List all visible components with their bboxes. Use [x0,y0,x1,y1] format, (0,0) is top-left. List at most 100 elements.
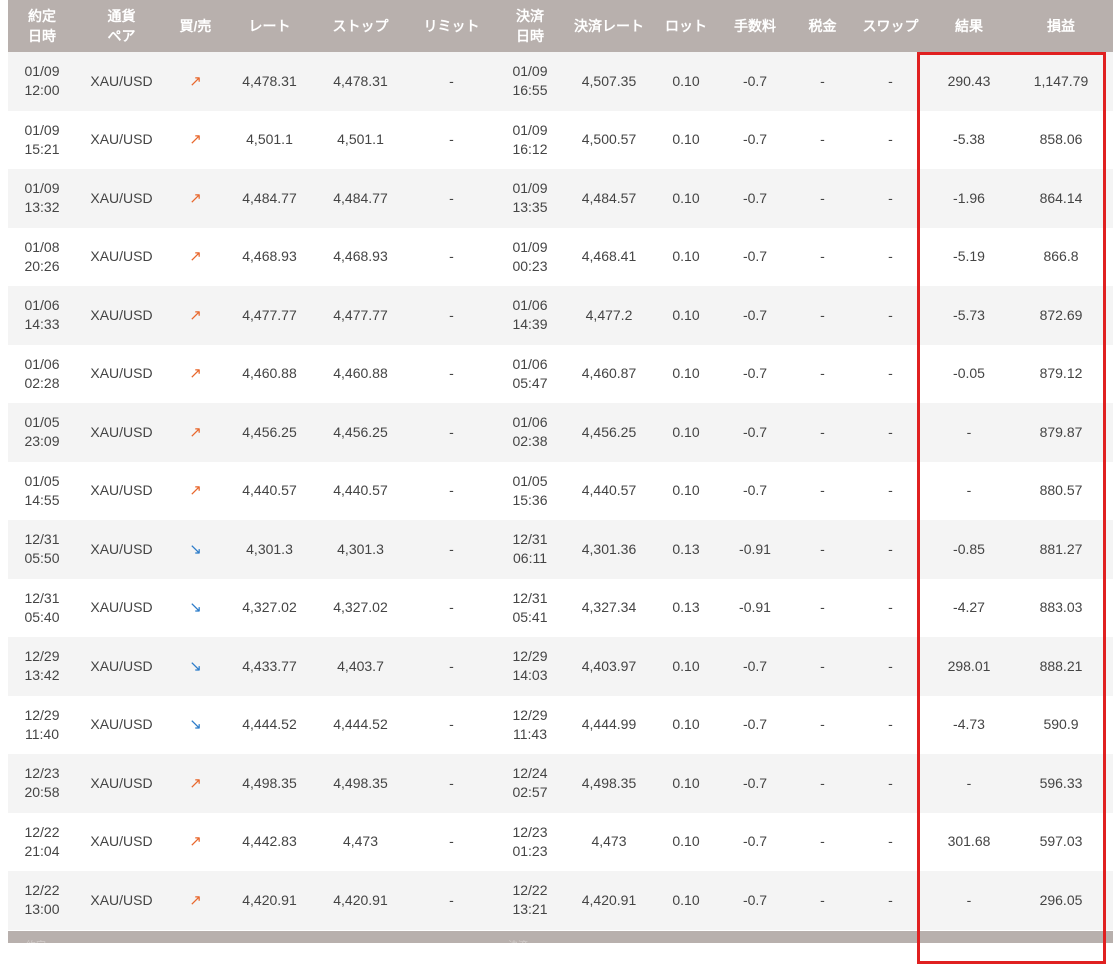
cell-close-datetime-date: 12/29 [512,706,548,723]
cell-open-datetime-date: 01/06 [24,355,60,372]
cell-currency-pair: XAU/USD [76,461,167,520]
cell-open-datetime: 12/31 05:40 [8,578,76,637]
cell-side-icon: ↘ [167,520,224,579]
cell-fee: -0.7 [717,637,793,696]
arrow-up-right-icon: ↗ [189,365,202,383]
cell-result: 301.68 [929,812,1009,871]
cell-fee: -0.7 [717,754,793,813]
cell-swap: - [852,286,929,345]
header-stop[interactable]: ストップ [315,0,406,52]
cell-lot: 0.10 [655,110,717,169]
cell-tax: - [793,461,852,520]
cell-limit: - [406,227,497,286]
cell-result: - [929,461,1009,520]
cell-pnl: 296.05 [1009,871,1113,930]
table-row: 12/29 11:40 XAU/USD ↘ 4,444.52 4,444.52-12/29… [8,695,1113,754]
cell-open-datetime-date: 01/06 [24,297,60,314]
cell-close-datetime-time: 11:43 [513,725,547,742]
cell-limit: - [406,110,497,169]
header-swap-label: スワップ [862,18,919,34]
cell-close-datetime-date: 01/06 [512,414,548,431]
cell-pnl: 597.03 [1009,812,1113,871]
cell-close-datetime: 01/09 13:35 [497,169,563,228]
cell-rate: 4,301.3 [224,520,315,579]
header-pnl[interactable]: 損益 [1009,0,1113,52]
cell-lot: 0.10 [655,52,717,111]
header-result[interactable]: 結果 [929,0,1009,52]
cell-fee: -0.7 [717,227,793,286]
cell-side-icon: ↗ [167,403,224,462]
arrow-up-right-icon: ↗ [189,306,202,324]
cell-rate: 4,440.57 [224,461,315,520]
cell-stop: 4,327.02 [315,578,406,637]
cell-result: -0.05 [929,344,1009,403]
arrow-up-right-icon: ↗ [189,774,202,792]
cell-result: -1.96 [929,169,1009,228]
cell-swap: - [852,403,929,462]
footer-label-close: 決済 [508,941,528,952]
cell-close-rate: 4,477.2 [563,286,655,345]
header-buy-sell[interactable]: 買/売 [167,0,224,52]
header-stop-label: ストップ [332,18,389,34]
arrow-up-right-icon: ↗ [189,131,202,149]
header-currency-pair[interactable]: 通貨 ペア [76,0,167,52]
header-rate[interactable]: レート [224,0,315,52]
header-row: 約定 日時 通貨 ペア 買/売 レート ストップ リミット 決済 日時 決済レート ロット 手数料 税金ス… [8,0,1113,52]
header-open-datetime[interactable]: 約定 日時 [8,0,76,52]
cell-tax: - [793,227,852,286]
cell-rate: 4,484.77 [224,169,315,228]
cell-rate: 4,444.52 [224,695,315,754]
header-close-datetime[interactable]: 決済 日時 [497,0,563,52]
table-row: 01/09 12:00 XAU/USD ↗ 4,478.31 4,478.31-01/09… [8,52,1113,111]
cell-lot: 0.10 [655,637,717,696]
cell-close-rate: 4,456.25 [563,403,655,462]
header-swap[interactable]: スワップ [852,0,929,52]
cell-open-datetime: 01/06 02:28 [8,344,76,403]
cell-close-datetime-time: 06:11 [513,550,547,567]
cell-swap: - [852,227,929,286]
cell-close-datetime: 01/09 00:23 [497,227,563,286]
cell-close-rate: 4,444.99 [563,695,655,754]
cell-side-icon: ↗ [167,754,224,813]
cell-swap: - [852,344,929,403]
cell-close-datetime: 12/22 13:21 [497,871,563,930]
cell-currency-pair: XAU/USD [76,637,167,696]
cell-lot: 0.10 [655,461,717,520]
cell-lot: 0.10 [655,286,717,345]
cell-stop: 4,444.52 [315,695,406,754]
cell-stop: 4,473 [315,812,406,871]
cell-close-datetime-time: 00:23 [512,257,548,274]
cell-close-datetime-date: 12/22 [512,882,548,899]
cell-pnl: 879.12 [1009,344,1113,403]
cell-stop: 4,420.91 [315,871,406,930]
cell-close-datetime-date: 12/31 [512,531,548,548]
cell-rate: 4,456.25 [224,403,315,462]
cell-close-rate: 4,473 [563,812,655,871]
cell-open-datetime-time: 12:00 [24,82,60,99]
header-buy-sell-label: 買/売 [179,18,212,34]
header-currency-pair-label-line2: ペア [107,28,136,44]
header-limit[interactable]: リミット [406,0,497,52]
cell-open-datetime-time: 14:55 [24,491,60,508]
header-rate-label: レート [248,18,291,34]
cell-open-datetime-time: 21:04 [24,842,60,859]
cell-stop: 4,498.35 [315,754,406,813]
cell-rate: 4,442.83 [224,812,315,871]
cell-lot: 0.10 [655,754,717,813]
header-tax[interactable]: 税金 [793,0,852,52]
header-close-rate[interactable]: 決済レート [563,0,655,52]
header-pnl-label: 損益 [1047,18,1075,34]
cell-currency-pair: XAU/USD [76,695,167,754]
cell-currency-pair: XAU/USD [76,286,167,345]
cell-tax: - [793,695,852,754]
header-fee[interactable]: 手数料 [717,0,793,52]
cell-pnl: 858.06 [1009,110,1113,169]
table-row: 01/09 13:32 XAU/USD ↗ 4,484.77 4,484.77-01/09… [8,169,1113,228]
cell-swap: - [852,695,929,754]
cell-swap: - [852,110,929,169]
cell-limit: - [406,344,497,403]
header-lot[interactable]: ロット [655,0,717,52]
header-currency-pair-label: 通貨 [107,8,136,24]
cell-open-datetime-date: 01/05 [24,414,60,431]
cell-rate: 4,477.77 [224,286,315,345]
